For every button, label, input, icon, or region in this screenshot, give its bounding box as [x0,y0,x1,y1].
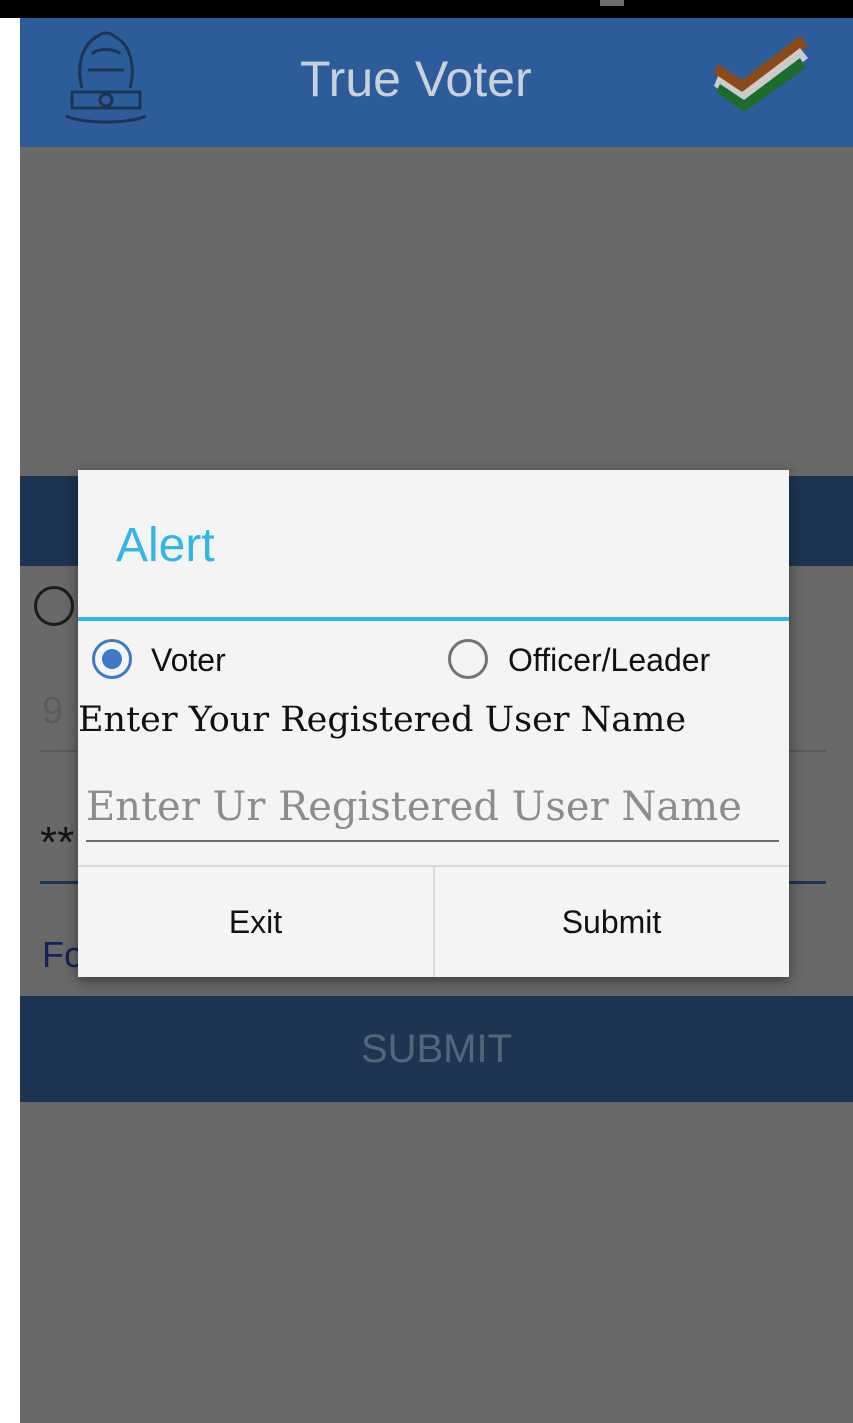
background-radio [34,586,74,626]
exit-button[interactable]: Exit [78,867,433,977]
dialog-title: Alert [116,519,215,572]
background-submit-button: SUBMIT [20,996,853,1102]
app-title: True Voter [300,51,532,107]
background-phone-field: 9 [42,690,64,732]
status-icon [600,0,624,6]
username-input[interactable] [86,780,779,842]
alert-dialog: Alert Voter Officer/Leader Enter Your Re… [78,470,789,977]
left-edge [0,0,20,1423]
officer-leader-radio[interactable] [448,639,488,679]
screen: True Voter 9 ** Fo SUBMIT Alert Voter Of… [0,0,853,1423]
background-submit-label: SUBMIT [360,1027,513,1071]
status-bar [0,0,853,18]
tricolor-check-icon [714,36,808,112]
title-divider [78,617,789,621]
background-password-field: ** [40,818,75,867]
voter-radio[interactable] [92,639,132,679]
username-prompt: Enter Your Registered User Name [78,700,687,740]
submit-button[interactable]: Submit [434,867,789,977]
voter-radio-label[interactable]: Voter [151,640,226,680]
officer-leader-radio-label[interactable]: Officer/Leader [508,640,710,680]
emblem-icon [65,31,147,124]
